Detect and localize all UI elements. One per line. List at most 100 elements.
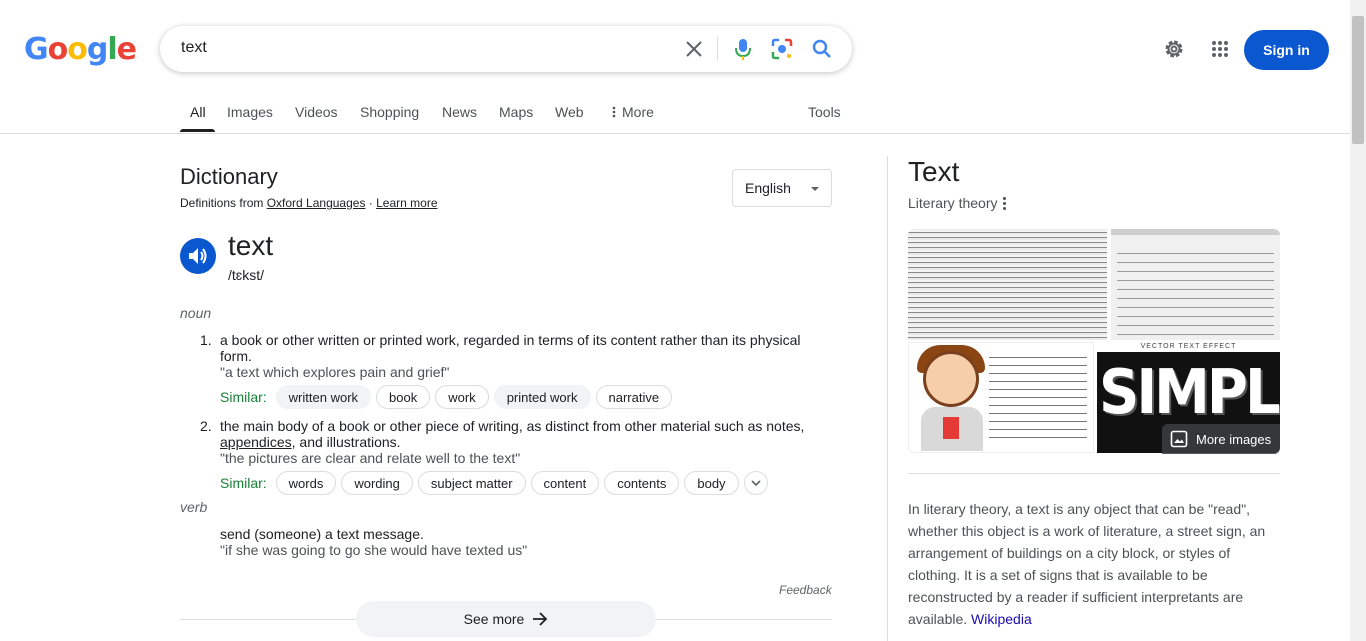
scrollbar-thumb[interactable] — [1352, 16, 1364, 144]
document-lines — [1117, 249, 1274, 340]
logo-letter: o — [67, 32, 88, 67]
definition-example: "a text which explores pain and grief" — [220, 364, 450, 380]
speaker-icon — [189, 248, 207, 264]
clear-icon[interactable] — [682, 37, 706, 61]
logo-letter: o — [47, 32, 69, 67]
search-box[interactable]: text — [160, 26, 852, 72]
sign-in-button[interactable]: Sign in — [1244, 30, 1329, 70]
similar-label: Similar: — [220, 389, 267, 405]
definition-text: a book or other written or printed work,… — [220, 332, 801, 364]
similar-words-row: Similar: words wording subject matter co… — [220, 470, 768, 496]
similar-chip[interactable]: words — [275, 471, 337, 495]
part-of-speech-noun: noun — [180, 305, 212, 321]
dropdown-caret-icon — [811, 187, 819, 191]
language-select[interactable]: English — [732, 169, 832, 207]
verb-definition-example: "if she was going to go she would have t… — [220, 542, 528, 558]
cartoon-book — [943, 417, 959, 439]
similar-chip[interactable]: work — [435, 385, 489, 409]
mic-icon[interactable] — [731, 37, 755, 61]
similar-chip[interactable]: book — [376, 385, 431, 409]
more-images-label: More images — [1196, 431, 1272, 447]
knowledge-panel-description: In literary theory, a text is any object… — [908, 498, 1280, 630]
page-scrollbar[interactable] — [1350, 0, 1366, 641]
cartoon-face — [923, 351, 979, 407]
tab-more[interactable]: More — [612, 104, 654, 121]
lens-icon[interactable] — [770, 37, 794, 61]
definition-number: 1. — [200, 332, 212, 348]
image-icon — [1170, 430, 1188, 448]
document-titlebar — [1111, 229, 1280, 235]
knowledge-panel-divider — [887, 156, 888, 641]
phonetic: /tɛkst/ — [228, 267, 264, 283]
search-input[interactable]: text — [181, 39, 207, 57]
simple-text-art: SIMPLE — [1099, 356, 1280, 429]
apps-icon[interactable] — [1208, 37, 1232, 61]
feedback-link[interactable]: Feedback — [779, 583, 832, 597]
cartoon-text-block — [989, 353, 1087, 442]
description-text: In literary theory, a text is any object… — [908, 501, 1266, 627]
definition-text-part: the main body of a book or other piece o… — [220, 418, 805, 434]
logo-letter: G — [24, 32, 49, 67]
wikipedia-link[interactable]: Wikipedia — [971, 611, 1032, 627]
similar-words-row: Similar: written work book work printed … — [220, 384, 677, 410]
verb-definition-text: send (someone) a text message. — [220, 526, 424, 542]
active-tab-indicator — [180, 129, 215, 132]
more-vert-icon — [612, 105, 616, 121]
kp-image-cartoon[interactable] — [908, 342, 1094, 453]
source-prefix: Definitions from — [180, 196, 267, 210]
tab-maps[interactable]: Maps — [499, 104, 533, 120]
vector-text-header: VECTOR TEXT EFFECT — [1097, 342, 1280, 352]
search-icon[interactable] — [810, 37, 834, 61]
expand-similar-button[interactable] — [743, 471, 768, 495]
learn-more-link[interactable]: Learn more — [376, 196, 437, 210]
knowledge-panel-rule — [908, 473, 1280, 474]
tab-videos[interactable]: Videos — [295, 104, 338, 120]
similar-chip[interactable]: narrative — [595, 385, 673, 409]
pronunciation-speaker-button[interactable] — [180, 238, 216, 274]
arrow-right-icon — [533, 612, 548, 626]
tools-button[interactable]: Tools — [808, 104, 841, 120]
tab-news[interactable]: News — [442, 104, 477, 120]
appendices-link[interactable]: appendices — [220, 434, 292, 450]
kp-image-document[interactable] — [1111, 229, 1280, 340]
similar-chip[interactable]: written work — [275, 385, 372, 409]
kp-image-text-page[interactable] — [908, 229, 1107, 340]
similar-chip[interactable]: content — [530, 471, 600, 495]
see-more-button[interactable]: See more — [356, 601, 656, 637]
similar-label: Similar: — [220, 475, 267, 491]
more-options-icon[interactable] — [1003, 196, 1007, 210]
part-of-speech-verb: verb — [180, 499, 208, 515]
dictionary-title: Dictionary — [180, 164, 278, 189]
similar-chip[interactable]: wording — [341, 471, 413, 495]
similar-chip[interactable]: body — [684, 471, 739, 495]
more-images-button[interactable]: More images — [1162, 424, 1280, 454]
definition-text: the main body of a book or other piece o… — [220, 418, 820, 450]
logo-letter: g — [86, 32, 109, 67]
dictionary-source: Definitions from Oxford Languages · Lear… — [180, 196, 438, 210]
definition-example: "the pictures are clear and relate well … — [220, 450, 521, 466]
tabs-divider — [0, 133, 1350, 134]
similar-chip[interactable]: contents — [604, 471, 680, 495]
knowledge-panel-title: Text — [908, 156, 960, 187]
tab-web[interactable]: Web — [555, 104, 584, 120]
language-value: English — [745, 180, 791, 196]
knowledge-panel-subtitle-text: Literary theory — [908, 195, 998, 211]
tab-all[interactable]: All — [190, 104, 206, 120]
google-logo[interactable]: Google — [24, 32, 137, 67]
definition-number: 2. — [200, 418, 212, 434]
logo-letter: l — [107, 32, 117, 67]
tab-more-label: More — [622, 104, 654, 120]
knowledge-panel-subtitle: Literary theory — [908, 195, 1007, 211]
definition-text-part: , and illustrations. — [291, 434, 401, 450]
tab-shopping[interactable]: Shopping — [360, 104, 419, 120]
similar-chip[interactable]: subject matter — [417, 471, 526, 495]
search-divider — [717, 37, 718, 61]
logo-letter: e — [116, 32, 137, 67]
tab-images[interactable]: Images — [227, 104, 273, 120]
oxford-languages-link[interactable]: Oxford Languages — [267, 196, 366, 210]
headword: text — [228, 230, 274, 261]
see-more-label: See more — [463, 611, 525, 627]
gear-icon[interactable] — [1162, 37, 1186, 61]
similar-chip[interactable]: printed work — [493, 385, 591, 409]
source-separator: · — [365, 196, 377, 210]
